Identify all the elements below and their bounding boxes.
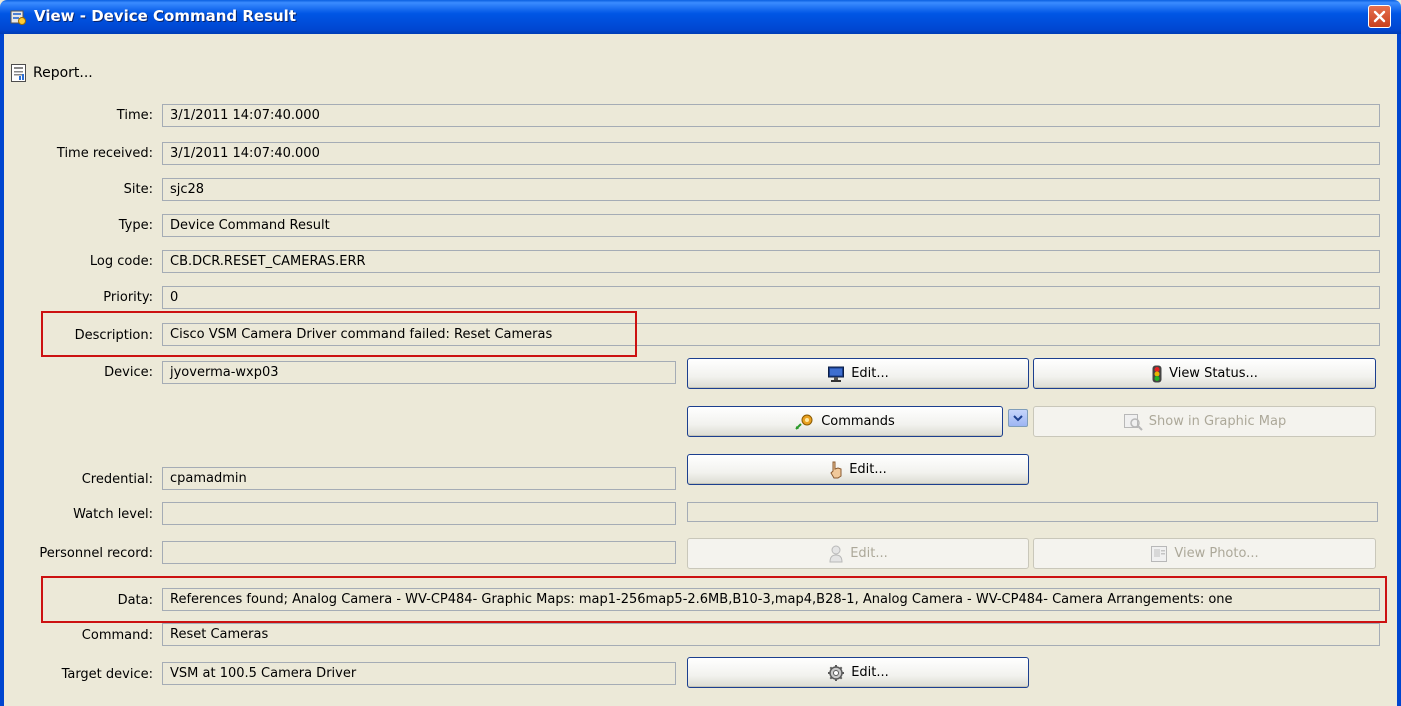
gear-icon <box>828 664 845 681</box>
title-bar[interactable]: View - Device Command Result <box>0 0 1401 34</box>
window-border-right <box>1397 34 1401 706</box>
hand-pointer-icon <box>830 461 842 478</box>
view-status-button[interactable]: View Status... <box>1033 358 1376 389</box>
target-device-label: Target device: <box>61 667 153 682</box>
view-window-icon <box>10 10 26 25</box>
type-field[interactable]: Device Command Result <box>162 214 1380 237</box>
device-label: Device: <box>104 365 153 380</box>
personnel-record-field[interactable] <box>162 541 676 564</box>
watch-level-field[interactable] <box>162 502 676 525</box>
description-field[interactable]: Cisco VSM Camera Driver command failed: … <box>162 323 1380 346</box>
view-photo-button[interactable]: View Photo... <box>1033 538 1376 569</box>
credential-edit-label: Edit... <box>849 462 887 477</box>
credential-field[interactable]: cpamadmin <box>162 467 676 490</box>
log-code-field[interactable]: CB.DCR.RESET_CAMERAS.ERR <box>162 250 1380 273</box>
data-label: Data: <box>117 593 153 608</box>
report-button[interactable]: Report... <box>10 62 93 84</box>
view-status-label: View Status... <box>1169 366 1258 381</box>
monitor-icon <box>828 366 845 382</box>
commands-button[interactable]: Commands <box>687 406 1003 437</box>
device-edit-button[interactable]: Edit... <box>687 358 1029 389</box>
description-label: Description: <box>74 328 153 343</box>
watch-level-label: Watch level: <box>73 507 153 522</box>
priority-field[interactable]: 0 <box>162 286 1380 309</box>
target-edit-label: Edit... <box>851 665 889 680</box>
device-field[interactable]: jyoverma-wxp03 <box>162 361 676 384</box>
report-icon <box>11 64 26 82</box>
target-device-field[interactable]: VSM at 100.5 Camera Driver <box>162 662 676 685</box>
time-received-label: Time received: <box>56 146 153 161</box>
view-photo-label: View Photo... <box>1174 546 1259 561</box>
priority-label: Priority: <box>103 290 153 305</box>
time-label: Time: <box>116 108 153 123</box>
show-in-graphic-map-button[interactable]: Show in Graphic Map <box>1033 406 1376 437</box>
time-field[interactable]: 3/1/2011 14:07:40.000 <box>162 104 1380 127</box>
watch-level-extra-field[interactable] <box>687 502 1378 522</box>
device-edit-label: Edit... <box>851 366 889 381</box>
command-field[interactable]: Reset Cameras <box>162 623 1380 646</box>
close-icon <box>1373 10 1386 23</box>
commands-label: Commands <box>821 414 895 429</box>
window-title: View - Device Command Result <box>34 7 296 25</box>
target-edit-button[interactable]: Edit... <box>687 657 1029 688</box>
graphic-map-icon <box>1123 413 1143 431</box>
time-received-field[interactable]: 3/1/2011 14:07:40.000 <box>162 142 1380 165</box>
personnel-edit-label: Edit... <box>850 546 888 561</box>
data-field[interactable]: References found; Analog Camera - WV-CP4… <box>162 588 1380 611</box>
person-icon <box>829 545 843 562</box>
chevron-down-icon <box>1013 415 1023 422</box>
type-label: Type: <box>118 218 153 233</box>
credential-edit-button[interactable]: Edit... <box>687 454 1029 485</box>
photo-icon <box>1151 545 1168 562</box>
show-in-graphic-map-label: Show in Graphic Map <box>1148 414 1287 429</box>
site-field[interactable]: sjc28 <box>162 178 1380 201</box>
commands-gear-icon <box>795 414 813 430</box>
traffic-light-icon <box>1152 365 1162 382</box>
credential-label: Credential: <box>81 472 153 487</box>
personnel-record-label: Personnel record: <box>39 546 153 561</box>
command-label: Command: <box>81 628 153 643</box>
site-label: Site: <box>123 182 153 197</box>
commands-dropdown-toggle[interactable] <box>1008 409 1028 427</box>
personnel-edit-button[interactable]: Edit... <box>687 538 1029 569</box>
close-button[interactable] <box>1368 5 1391 28</box>
window-border-left <box>0 34 4 706</box>
log-code-label: Log code: <box>89 254 153 269</box>
report-label: Report... <box>33 65 93 81</box>
